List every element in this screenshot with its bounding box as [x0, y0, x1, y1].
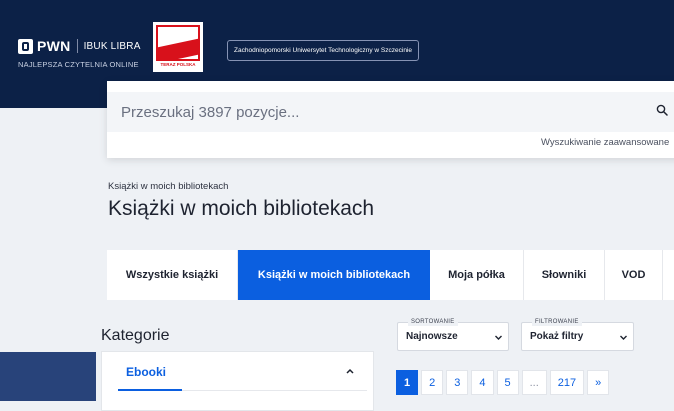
- university-button[interactable]: Zachodniopomorski Uniwersytet Technologi…: [227, 40, 419, 61]
- search-icon[interactable]: [656, 104, 668, 116]
- tab-vod[interactable]: VOD: [605, 250, 663, 300]
- tab-dictionaries[interactable]: Słowniki: [524, 250, 605, 300]
- teraz-polska-flag-icon: [156, 25, 200, 61]
- page-button-3[interactable]: 3: [446, 370, 469, 395]
- logo-ibuk-text: IBUK LIBRA: [83, 40, 141, 52]
- chevron-up-icon[interactable]: [345, 367, 355, 375]
- breadcrumb: Książki w moich bibliotekach: [108, 181, 229, 192]
- tabs-bar: Wszystkie książki Książki w moich biblio…: [107, 250, 674, 300]
- page-button-last[interactable]: 217: [549, 370, 585, 395]
- filter-value: Pokaż filtry: [530, 331, 584, 342]
- categories-title: Kategorie: [101, 327, 170, 344]
- teraz-polska-label: TERAZ POLSKA: [160, 62, 196, 67]
- next-page-button[interactable]: »: [587, 370, 610, 395]
- tab-books-in-my-libraries[interactable]: Książki w moich bibliotekach: [238, 250, 430, 300]
- category-panel: Ebooki: [101, 351, 374, 411]
- tab-more[interactable]: [663, 250, 674, 300]
- logo-separator: [76, 39, 78, 53]
- category-active-underline: [118, 389, 182, 391]
- page-button-5[interactable]: 5: [496, 370, 519, 395]
- filter-select[interactable]: FILTROWANIE Pokaż filtry: [521, 318, 634, 351]
- page-button-1[interactable]: 1: [396, 370, 419, 395]
- logo-pwn-text: PWN: [37, 38, 71, 54]
- tab-my-shelf[interactable]: Moja półka: [430, 250, 524, 300]
- logo-tagline: NAJLEPSZA CZYTELNIA ONLINE: [18, 60, 139, 69]
- page-button-4[interactable]: 4: [471, 370, 494, 395]
- sort-select[interactable]: SORTOWANIE Najnowsze: [397, 318, 509, 351]
- page-ellipsis: ...: [521, 370, 547, 395]
- search-input[interactable]: [107, 92, 674, 132]
- teraz-polska-badge: TERAZ POLSKA: [153, 22, 203, 72]
- page-title: Książki w moich bibliotekach: [108, 197, 375, 220]
- advanced-search-link[interactable]: Wyszukiwanie zaawansowane: [541, 137, 669, 148]
- chevron-down-icon: [620, 335, 627, 340]
- tab-all-books[interactable]: Wszystkie książki: [107, 250, 238, 300]
- sort-label: SORTOWANIE: [408, 318, 458, 326]
- search-card: Wyszukiwanie zaawansowane: [107, 81, 674, 158]
- filter-label: FILTROWANIE: [532, 318, 582, 326]
- page-button-2[interactable]: 2: [421, 370, 444, 395]
- pwn-logo-icon: [18, 38, 33, 54]
- pagination: 1 2 3 4 5 ... 217 »: [396, 370, 612, 395]
- category-ebooks-toggle[interactable]: Ebooki: [126, 365, 166, 379]
- chevron-down-icon: [495, 335, 502, 340]
- category-divider: [182, 390, 367, 391]
- ibuk-libra-logo[interactable]: PWN IBUK LIBRA NAJLEPSZA CZYTELNIA ONLIN…: [18, 38, 141, 69]
- sort-value: Najnowsze: [406, 331, 458, 342]
- left-accent-panel: [0, 352, 96, 401]
